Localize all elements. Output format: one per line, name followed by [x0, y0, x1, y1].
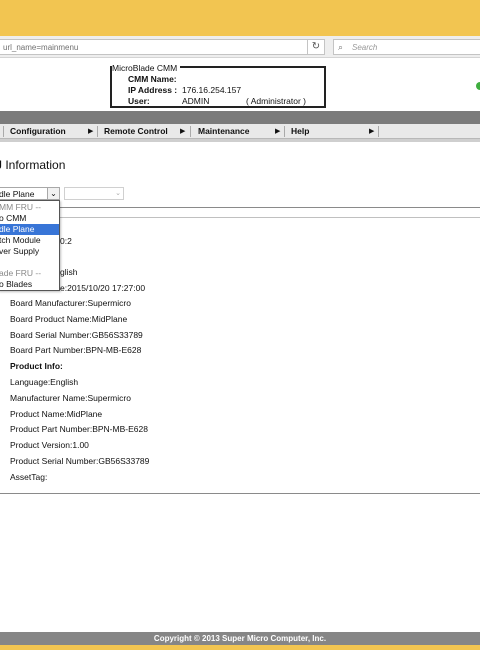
chevron-right-icon: ▶ — [275, 128, 281, 135]
fru-type-select[interactable]: dle Plane ⌄ — [0, 187, 60, 200]
reload-icon[interactable]: ↻ — [307, 40, 324, 54]
ip-address-value: 176.16.254.157 — [182, 85, 242, 95]
user-role: ( Administrator ) — [246, 96, 306, 106]
fru-field-row: Product Version:1.00 — [10, 440, 89, 451]
menu-separator — [284, 126, 285, 137]
partial-version-text: 0:2 — [60, 236, 72, 246]
fru-field-row: Board Product Name:MidPlane — [10, 313, 128, 324]
chevron-right-icon: ▶ — [88, 128, 94, 135]
ip-address-label: IP Address : — [128, 85, 178, 95]
fru-field-row: Language:English — [10, 377, 79, 387]
dropdown-option-selected[interactable]: dle Plane — [0, 224, 59, 235]
dropdown-blank-option — [0, 257, 59, 268]
panel-divider — [0, 217, 480, 218]
menu-separator — [190, 126, 191, 137]
fru-field-row: Board Serial Number:GB56S33789 — [10, 329, 143, 340]
menu-separator — [97, 126, 98, 137]
menu-remote-control[interactable]: Remote Control — [104, 124, 168, 139]
fru-field-row: Product Part Number:BPN-MB-E628 — [10, 424, 148, 435]
menu-configuration[interactable]: Configuration — [10, 124, 66, 139]
dropdown-option[interactable]: tch Module — [0, 235, 59, 246]
dropdown-option[interactable]: ver Supply — [0, 246, 59, 257]
browser-title-bar — [0, 0, 480, 36]
search-placeholder: Search — [352, 43, 378, 52]
fru-type-select-value: dle Plane — [0, 189, 35, 199]
menu-underline — [0, 139, 480, 142]
dropdown-group-header: ade FRU -- — [0, 268, 42, 278]
menu-separator — [3, 126, 4, 137]
menu-help[interactable]: Help — [291, 124, 309, 139]
fru-field-row: Product Name:MidPlane — [10, 408, 103, 419]
user-label: User: — [128, 96, 150, 106]
chevron-right-icon: ▶ — [369, 128, 375, 135]
chevron-down-icon[interactable]: ⌄ — [115, 188, 121, 199]
dropdown-option[interactable]: o Blades — [0, 279, 59, 290]
partial-language-text: glish — [60, 267, 78, 277]
fru-field-row: AssetTag: — [10, 471, 48, 482]
search-input[interactable]: ⌕ Search — [333, 39, 480, 55]
user-value: ADMIN — [182, 96, 210, 106]
url-text: url_name=mainmenu — [3, 43, 79, 52]
cmm-info-title: MicroBlade CMM — [112, 63, 181, 73]
page-title: J Information — [0, 158, 66, 172]
footer-strip — [0, 645, 480, 650]
magnifier-icon: ⌕ — [338, 42, 344, 52]
fru-item-select[interactable]: ⌄ — [64, 187, 124, 200]
fru-field-row: Product Serial Number:GB56S33789 — [10, 456, 150, 466]
dropdown-option[interactable]: o CMM — [0, 213, 59, 224]
section-heading: Product Info: — [10, 361, 63, 372]
fru-type-dropdown-list: MM FRU -- o CMM dle Plane tch Module ver… — [0, 200, 60, 291]
cmm-info-box: MicroBlade CMM CMM Name: IP Address : 17… — [110, 63, 326, 108]
partial-date-text: e:2015/10/20 17:27:00 — [60, 283, 146, 293]
dropdown-group-header: MM FRU -- — [0, 202, 42, 212]
chevron-right-icon: ▶ — [180, 128, 186, 135]
menu-separator — [378, 126, 379, 137]
main-menu-bar: Configuration ▶ Remote Control ▶ Mainten… — [0, 124, 480, 139]
fru-field-row: Board Manufacturer:Supermicro — [10, 298, 131, 308]
footer-copyright: Copyright © 2013 Super Micro Computer, I… — [0, 632, 480, 645]
header-band — [0, 111, 480, 124]
fru-field-row: Board Part Number:BPN-MB-E628 — [10, 345, 142, 356]
fru-field-row: Manufacturer Name:Supermicro — [10, 392, 131, 403]
chevron-down-icon[interactable]: ⌄ — [47, 188, 59, 199]
cmm-name-label: CMM Name: — [128, 74, 177, 84]
url-bar[interactable]: url_name=mainmenu ↻ — [0, 39, 325, 55]
menu-maintenance[interactable]: Maintenance — [198, 124, 250, 139]
status-indicator-icon — [476, 82, 480, 90]
browser-address-row: url_name=mainmenu ↻ ⌕ Search — [0, 36, 480, 58]
